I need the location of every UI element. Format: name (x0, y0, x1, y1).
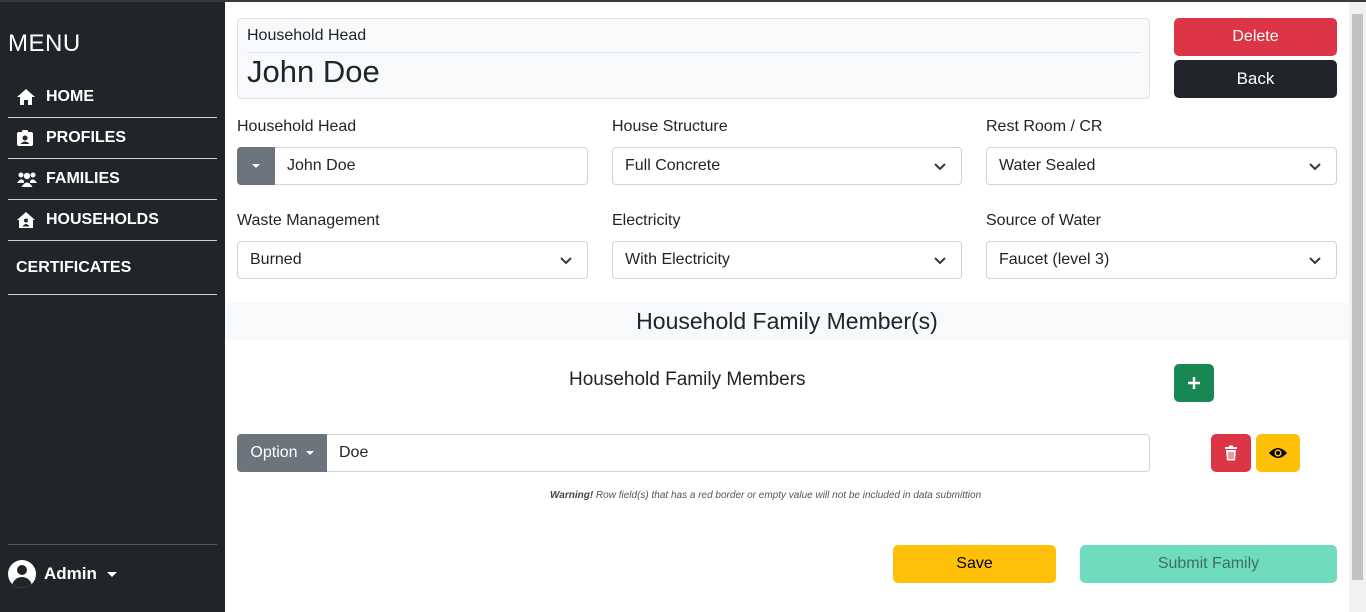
source-of-water-label: Source of Water (986, 212, 1102, 229)
household-head-name: John Doe (247, 54, 380, 89)
sidebar-item-label: CERTIFICATES (16, 258, 132, 276)
sidebar-item-label: HOME (46, 88, 94, 105)
waste-management-label: Waste Management (237, 212, 380, 229)
warning-note: Warning! Row field(s) that has a red bor… (550, 490, 981, 501)
sidebar-item-home[interactable]: HOME (8, 77, 217, 118)
save-button[interactable]: Save (893, 545, 1056, 583)
source-of-water-select[interactable]: Faucet (level 3) (986, 241, 1337, 279)
delete-member-button[interactable] (1211, 434, 1251, 472)
chevron-down-icon (1309, 163, 1321, 171)
add-member-button[interactable] (1174, 364, 1214, 402)
scrollbar[interactable] (1349, 0, 1366, 612)
sidebar-item-families[interactable]: FAMILIES (8, 159, 217, 200)
chevron-down-icon (560, 257, 572, 265)
sidebar-item-certificates[interactable]: CERTIFICATES (8, 241, 217, 295)
household-head-label: Household Head (237, 118, 357, 135)
submit-family-button[interactable]: Submit Family (1080, 545, 1337, 583)
sidebar-item-label: HOUSEHOLDS (46, 211, 159, 228)
members-section-header: Household Family Member(s) (225, 303, 1349, 340)
home-icon (16, 87, 38, 107)
member-name-field[interactable]: Doe (327, 434, 1150, 472)
house-structure-select[interactable]: Full Concrete (612, 147, 962, 185)
members-title: Household Family Members (569, 369, 806, 390)
sidebar-item-label: FAMILIES (46, 170, 120, 187)
source-of-water-value: Faucet (level 3) (999, 251, 1110, 268)
card-divider (247, 52, 1140, 53)
house-user-icon (16, 210, 38, 230)
caret-down-icon (252, 164, 260, 168)
users-icon (16, 169, 38, 189)
caret-down-icon (305, 451, 314, 455)
house-structure-value: Full Concrete (625, 157, 721, 174)
house-structure-label: House Structure (612, 118, 728, 135)
user-menu[interactable]: Admin (8, 560, 117, 588)
chevron-down-icon (106, 571, 117, 577)
sidebar-item-households[interactable]: HOUSEHOLDS (8, 200, 217, 241)
sidebar-divider (8, 544, 217, 545)
waste-management-value: Burned (250, 251, 302, 268)
member-option-dropdown[interactable]: Option (237, 434, 327, 472)
rest-room-select[interactable]: Water Sealed (986, 147, 1337, 185)
electricity-label: Electricity (612, 212, 681, 229)
id-badge-icon (16, 128, 38, 148)
user-circle-icon (8, 560, 36, 588)
rest-room-label: Rest Room / CR (986, 118, 1103, 135)
electricity-select[interactable]: With Electricity (612, 241, 962, 279)
chevron-down-icon (934, 163, 946, 171)
top-border (0, 0, 1366, 2)
household-head-card: Household Head John Doe (237, 18, 1150, 99)
member-row: Option Doe (237, 434, 1150, 472)
eye-icon (1269, 448, 1287, 458)
household-head-field[interactable]: John Doe (275, 147, 588, 185)
chevron-down-icon (1309, 257, 1321, 265)
back-button[interactable]: Back (1174, 60, 1337, 98)
household-head-input-group: John Doe (237, 147, 588, 185)
sidebar: MENU HOME PROFILES FAMILIES HOUSEHOLDS C… (0, 0, 225, 612)
menu-title: MENU (8, 30, 81, 57)
view-member-button[interactable] (1256, 434, 1300, 472)
rest-room-value: Water Sealed (999, 157, 1096, 174)
warning-strong: Warning! (550, 490, 594, 501)
plus-icon (1188, 377, 1200, 389)
card-label: Household Head (247, 27, 367, 44)
chevron-down-icon (934, 257, 946, 265)
household-head-dropdown-button[interactable] (237, 147, 275, 185)
sidebar-item-profiles[interactable]: PROFILES (8, 118, 217, 159)
member-option-label: Option (250, 444, 298, 461)
waste-management-select[interactable]: Burned (237, 241, 588, 279)
electricity-value: With Electricity (625, 251, 730, 268)
user-name: Admin (44, 564, 97, 583)
trash-icon (1225, 445, 1237, 461)
warning-text: Row field(s) that has a red border or em… (593, 490, 982, 501)
sidebar-item-label: PROFILES (46, 129, 127, 146)
scrollbar-thumb[interactable] (1352, 14, 1363, 580)
delete-button[interactable]: Delete (1174, 18, 1337, 56)
